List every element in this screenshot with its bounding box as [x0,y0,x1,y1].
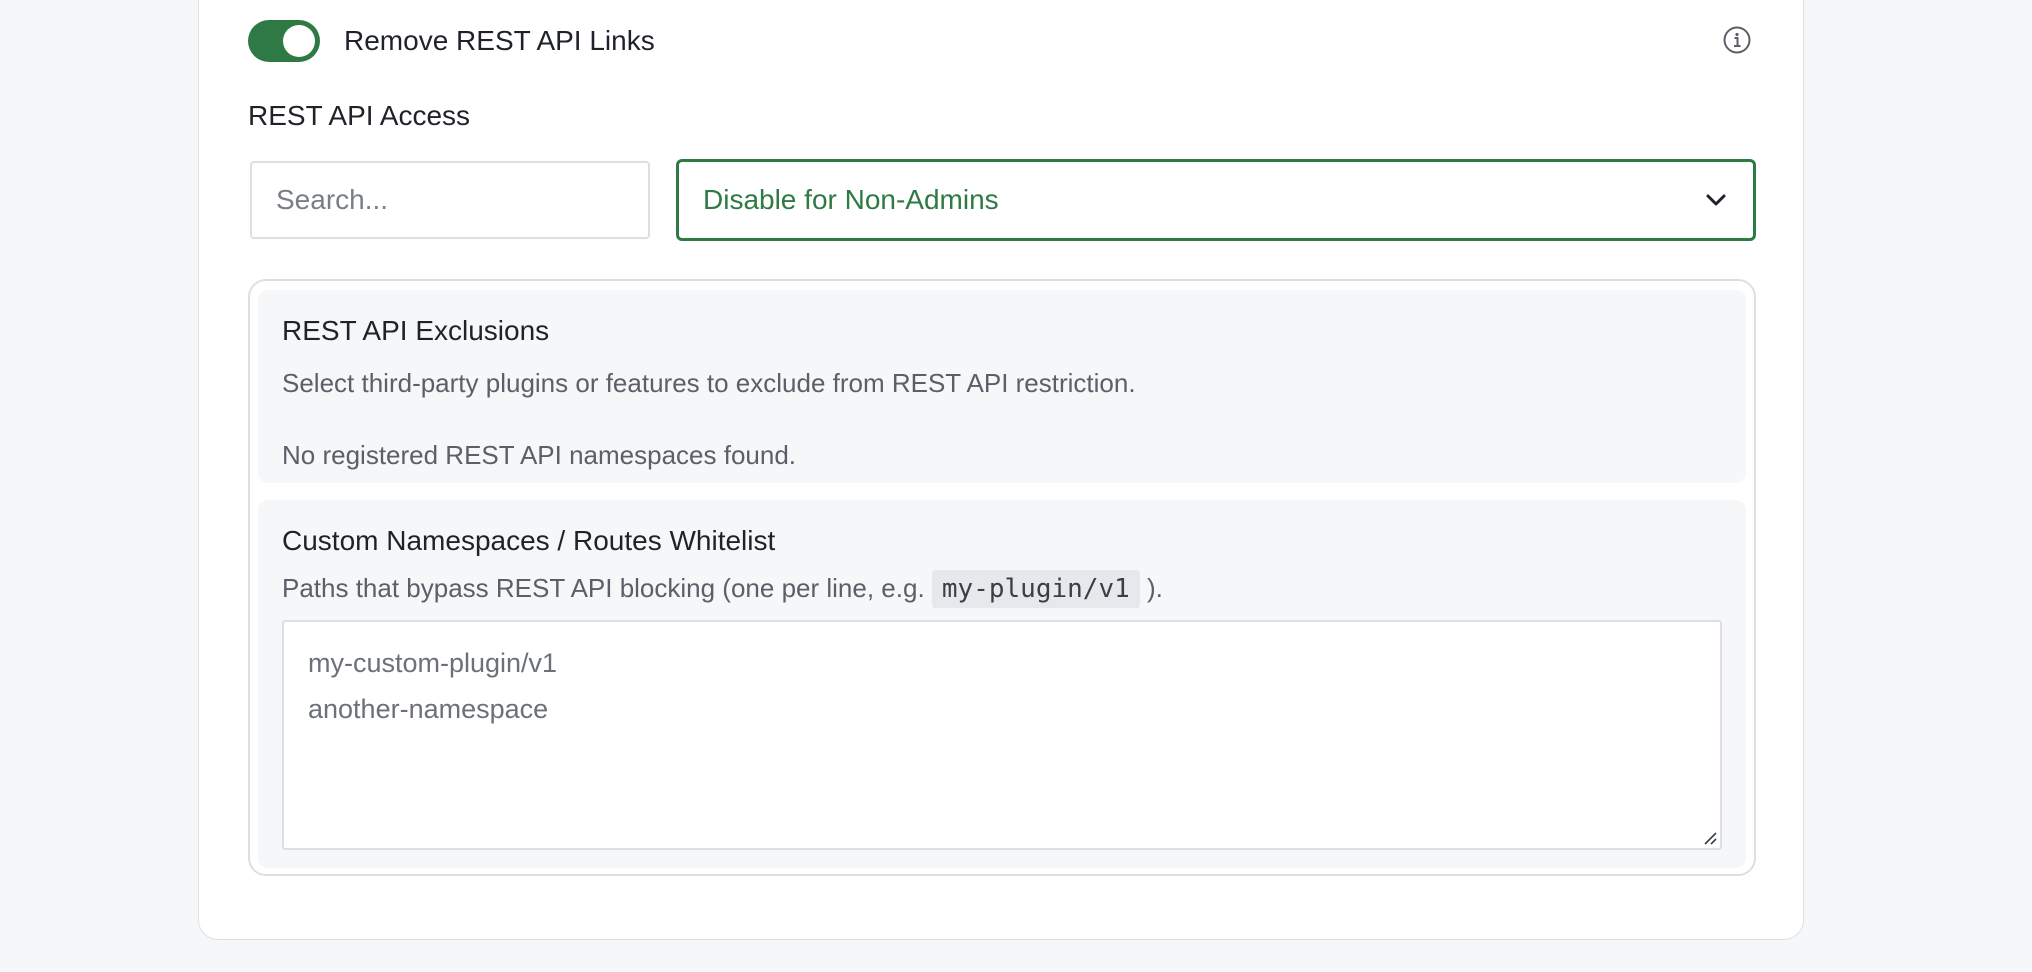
whitelist-line: another-namespace [308,694,549,724]
whitelist-title: Custom Namespaces / Routes Whitelist [282,525,776,556]
rest-api-access-label: REST API Access [248,100,471,131]
chevron-down-icon [1706,194,1726,206]
exclusions-section: REST API Exclusions Select third-party p… [258,290,1746,483]
whitelist-textarea[interactable]: my-custom-plugin/v1 another-namespace [282,620,1722,850]
rest-access-selected-value: Disable for Non-Admins [703,184,999,215]
remove-rest-links-label: Remove REST API Links [344,25,655,56]
info-icon[interactable] [1722,25,1752,55]
search-input[interactable] [250,161,650,239]
whitelist-description-end: ). [1146,573,1163,603]
rest-api-options-panel: REST API Exclusions Select third-party p… [248,279,1756,876]
whitelist-line: my-custom-plugin/v1 [308,648,558,678]
rest-access-select[interactable]: Disable for Non-Admins [676,159,1756,241]
exclusions-title: REST API Exclusions [282,315,550,346]
exclusions-description: Select third-party plugins or features t… [282,368,1136,398]
toggle-knob [283,25,315,57]
whitelist-section: Custom Namespaces / Routes Whitelist Pat… [258,500,1746,868]
whitelist-description: Paths that bypass REST API blocking (one… [282,570,1163,608]
remove-rest-links-row: Remove REST API Links [248,20,655,62]
whitelist-example-code: my-plugin/v1 [931,570,1140,608]
remove-rest-links-toggle[interactable] [248,20,320,62]
resize-grip-icon[interactable] [1701,829,1717,845]
exclusions-empty-message: No registered REST API namespaces found. [282,440,797,470]
whitelist-description-text: Paths that bypass REST API blocking (one… [282,573,925,603]
